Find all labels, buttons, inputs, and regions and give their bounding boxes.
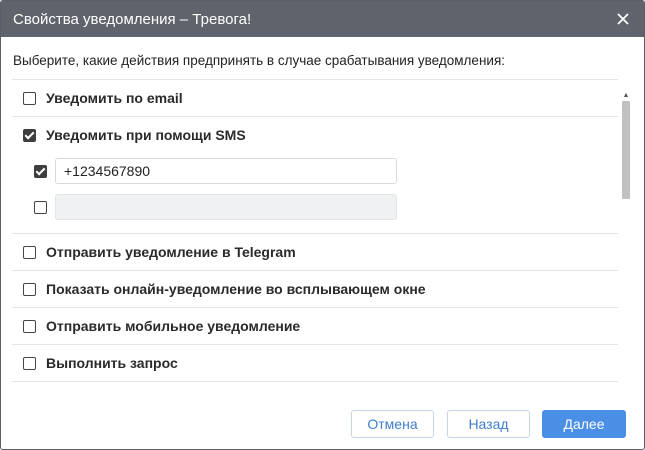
dialog-title: Свойства уведомления – Тревога! — [13, 10, 252, 28]
sms-number-1-checkbox[interactable] — [34, 164, 47, 178]
option-telegram[interactable]: Отправить уведомление в Telegram — [12, 234, 618, 271]
close-icon[interactable] — [614, 10, 632, 28]
cancel-button[interactable]: Отмена — [351, 410, 434, 438]
actions-list: Уведомить по email Уведомить при помощи … — [12, 79, 618, 386]
dialog-titlebar: Свойства уведомления – Тревога! — [1, 1, 644, 37]
scrollbar-track[interactable] — [620, 101, 632, 390]
option-email-label: Уведомить по email — [46, 90, 183, 106]
scroll-up-icon[interactable]: ▲ — [620, 89, 632, 101]
sms-number-1-input[interactable] — [55, 158, 397, 184]
option-email[interactable]: Уведомить по email — [12, 80, 618, 117]
request-checkbox[interactable] — [23, 356, 36, 370]
option-sms-label: Уведомить при помощи SMS — [46, 127, 246, 143]
option-popup[interactable]: Показать онлайн-уведомление во всплывающ… — [12, 271, 618, 308]
sms-number-2-input[interactable] — [55, 194, 397, 220]
email-checkbox[interactable] — [23, 91, 36, 105]
option-request[interactable]: Выполнить запрос — [12, 345, 618, 382]
sms-number-2-checkbox[interactable] — [34, 200, 47, 214]
mobile-checkbox[interactable] — [23, 319, 36, 333]
option-popup-label: Показать онлайн-уведомление во всплывающ… — [46, 281, 426, 297]
sms-checkbox[interactable] — [23, 128, 36, 142]
telegram-checkbox[interactable] — [23, 245, 36, 259]
back-button[interactable]: Назад — [447, 410, 530, 438]
scrollbar-thumb[interactable] — [622, 101, 630, 199]
popup-checkbox[interactable] — [23, 282, 36, 296]
option-mobile-label: Отправить мобильное уведомление — [46, 318, 301, 334]
vertical-scrollbar[interactable]: ▲ ▼ — [620, 89, 632, 390]
sms-number-row — [24, 189, 618, 225]
notification-properties-dialog: Свойства уведомления – Тревога! Выберите… — [0, 0, 645, 450]
option-partial[interactable] — [12, 382, 618, 386]
option-mobile[interactable]: Отправить мобильное уведомление — [12, 308, 618, 345]
next-button[interactable]: Далее — [542, 410, 626, 438]
dialog-content: Выберите, какие действия предпринять в с… — [1, 37, 644, 390]
option-sms: Уведомить при помощи SMS — [12, 117, 618, 234]
option-telegram-label: Отправить уведомление в Telegram — [46, 244, 296, 260]
intro-text: Выберите, какие действия предпринять в с… — [13, 53, 505, 68]
dialog-footer: Отмена Назад Далее — [1, 390, 644, 449]
option-request-label: Выполнить запрос — [46, 355, 178, 371]
sms-number-row — [24, 153, 618, 189]
